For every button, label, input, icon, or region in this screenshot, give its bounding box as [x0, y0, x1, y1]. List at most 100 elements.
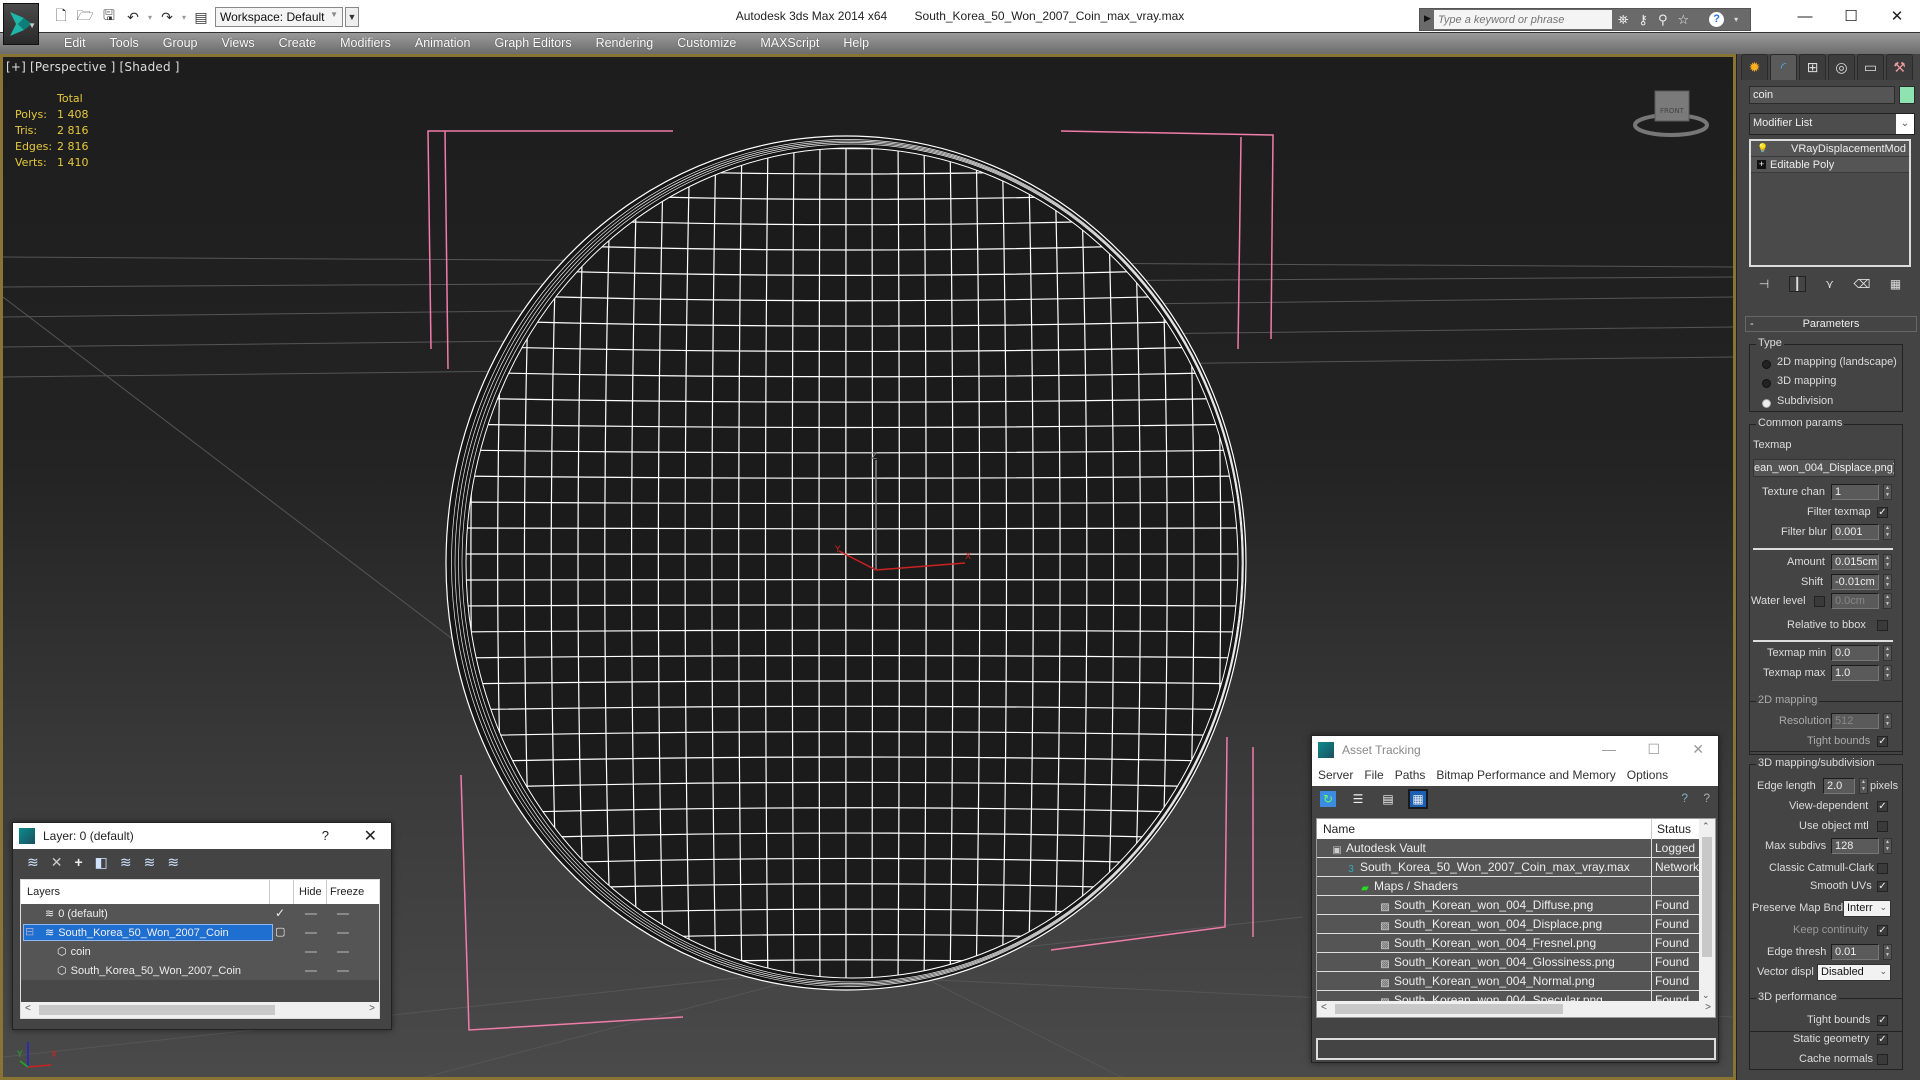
radio-2d-mapping[interactable] — [1762, 360, 1771, 369]
menu-group[interactable]: Group — [151, 36, 210, 50]
asset-row[interactable]: ▨ South_Korean_won_004_Diffuse.png Found — [1317, 896, 1715, 915]
menu-graph-editors[interactable]: Graph Editors — [482, 36, 583, 50]
redo-dropdown-icon[interactable]: ▾ — [182, 13, 186, 22]
help-icon[interactable]: ? — [1703, 791, 1710, 805]
column-header-status[interactable]: Status — [1657, 822, 1691, 836]
refresh-icon[interactable]: ↻ — [1320, 791, 1336, 807]
spinner[interactable]: ▲ ▼ — [1883, 944, 1892, 960]
close-button[interactable]: ✕ — [1692, 741, 1704, 758]
make-unique-icon[interactable]: ⋎ — [1825, 277, 1834, 291]
project-folder-icon[interactable]: ▤ — [192, 8, 210, 26]
hide-unhide-all-icon[interactable]: ≋ — [144, 854, 156, 871]
show-end-result-icon[interactable]: ┃ — [1788, 276, 1806, 292]
utilities-icon[interactable]: ⚒ — [1886, 54, 1913, 80]
hide-toggle[interactable] — [305, 951, 317, 953]
scroll-left-icon[interactable]: < — [25, 1003, 31, 1014]
freeze-toggle[interactable] — [337, 913, 349, 915]
amount-field[interactable]: 0.015cm — [1831, 554, 1879, 570]
modify-icon[interactable]: ◜ — [1770, 54, 1797, 80]
horizontal-scrollbar[interactable]: < > — [1317, 1001, 1715, 1017]
menu-animation[interactable]: Animation — [403, 36, 483, 50]
texmap-button[interactable]: ean_won_004_Displace.png) — [1753, 459, 1895, 477]
scroll-right-icon[interactable]: > — [369, 1003, 375, 1014]
texmap-min-field[interactable]: 0.0 — [1831, 645, 1879, 661]
chevron-down-icon[interactable]: ▾ — [1734, 15, 1738, 24]
stack-item-editable-poly[interactable]: + Editable Poly — [1751, 157, 1909, 173]
keep-continuity-checkbox[interactable]: ✓ — [1877, 925, 1888, 936]
layer-row[interactable]: ⬡ coin — [21, 942, 379, 961]
viewcube-face-label[interactable]: FRONT — [1660, 107, 1685, 115]
spinner[interactable]: ▲ ▼ — [1883, 838, 1892, 854]
redo-icon[interactable]: ↷ — [158, 8, 176, 26]
parameters-rollout-header[interactable]: - Parameters — [1745, 316, 1917, 332]
key-icon[interactable]: ⚷ — [1638, 12, 1648, 28]
asset-row[interactable]: ▣ Autodesk Vault Logged O — [1317, 839, 1715, 858]
viewport-label[interactable]: [+] [Perspective ] [Shaded ] — [6, 60, 180, 74]
object-color-swatch[interactable] — [1899, 86, 1915, 104]
customize-qat-button[interactable]: ▼ — [345, 7, 359, 27]
freeze-toggle[interactable] — [337, 970, 349, 972]
highlight-selected-layer-icon[interactable]: ≋ — [120, 854, 132, 871]
water-level-field[interactable]: 0.0cm — [1831, 593, 1879, 609]
scrollbar-thumb[interactable] — [39, 1005, 275, 1015]
viewcube[interactable]: FRONT — [1631, 83, 1711, 143]
tight-bounds-2d-checkbox[interactable]: ✓ — [1877, 736, 1888, 747]
column-header-hide[interactable]: Hide — [299, 886, 322, 898]
vector-displ-dropdown[interactable]: Disabled ⌄ — [1817, 964, 1891, 981]
water-level-checkbox[interactable] — [1814, 596, 1825, 607]
new-file-icon[interactable]: 🗋 — [52, 7, 70, 26]
pin-stack-icon[interactable]: ⊣ — [1759, 277, 1769, 291]
menu-help[interactable]: Help — [831, 36, 881, 50]
satellite-icon[interactable]: ⚲ — [1658, 12, 1668, 28]
scrollbar-thumb[interactable] — [1702, 837, 1712, 957]
spinner[interactable]: ▲ ▼ — [1883, 593, 1892, 609]
hierarchy-icon[interactable]: ⊞ — [1799, 54, 1826, 80]
current-layer-checkmark[interactable]: ✓ — [275, 906, 285, 920]
add-to-layer-icon[interactable]: + — [74, 854, 82, 870]
viewcube-box[interactable] — [1654, 90, 1690, 122]
asset-menu-server[interactable]: Server — [1318, 768, 1353, 782]
create-icon[interactable]: ✹ — [1741, 54, 1768, 80]
hide-toggle[interactable] — [305, 970, 317, 972]
undo-icon[interactable]: ↶ — [124, 8, 142, 26]
menu-modifiers[interactable]: Modifiers — [328, 36, 403, 50]
smooth-uvs-checkbox[interactable]: ✓ — [1877, 881, 1888, 892]
menu-rendering[interactable]: Rendering — [584, 36, 666, 50]
stack-item-vraydisplacement[interactable]: 💡 VRayDisplacementMod — [1751, 141, 1909, 157]
freeze-toggle[interactable] — [337, 951, 349, 953]
classic-catmull-clark-checkbox[interactable] — [1877, 863, 1888, 874]
scroll-left-icon[interactable]: < — [1321, 1002, 1327, 1013]
maximize-button[interactable]: ☐ — [1647, 741, 1660, 758]
view-dependent-checkbox[interactable]: ✓ — [1877, 801, 1888, 812]
cache-normals-checkbox[interactable] — [1877, 1054, 1888, 1065]
tight-bounds-3d-checkbox[interactable]: ✓ — [1877, 1015, 1888, 1026]
list-view-icon[interactable]: ☰ — [1350, 791, 1366, 807]
shift-field[interactable]: -0.01cm — [1831, 574, 1879, 590]
set-current-layer-box[interactable]: ▢ — [275, 925, 285, 938]
edge-length-field[interactable]: 2.0 — [1823, 778, 1855, 794]
menu-create[interactable]: Create — [267, 36, 329, 50]
modifier-list-dropdown[interactable]: Modifier List ⌄ — [1749, 113, 1915, 135]
open-file-icon[interactable]: 🗁 — [76, 7, 94, 26]
relative-bbox-checkbox[interactable] — [1877, 620, 1888, 631]
spinner[interactable]: ▲ ▼ — [1883, 524, 1892, 540]
minimize-button[interactable]: — — [1602, 741, 1616, 757]
asset-row[interactable]: ▨ South_Korean_won_004_Displace.png Found — [1317, 915, 1715, 934]
spinner[interactable]: ▲ ▼ — [1859, 778, 1868, 794]
save-icon[interactable]: 🖫 — [100, 7, 118, 26]
workspace-select[interactable]: Workspace: Default ▼ — [215, 7, 343, 27]
menu-customize[interactable]: Customize — [665, 36, 748, 50]
spinner[interactable]: ▲ ▼ — [1883, 713, 1892, 729]
use-object-mtl-checkbox[interactable] — [1877, 821, 1888, 832]
hide-toggle[interactable] — [305, 932, 317, 934]
scroll-right-icon[interactable]: > — [1705, 1002, 1711, 1013]
layer-row[interactable]: ⬡ South_Korea_50_Won_2007_Coin — [21, 961, 379, 980]
asset-menu-file[interactable]: File — [1364, 768, 1383, 782]
light-bulb-icon[interactable]: 💡 — [1757, 143, 1768, 154]
radio-3d-mapping[interactable] — [1762, 379, 1771, 388]
asset-menu-paths[interactable]: Paths — [1395, 768, 1426, 782]
resolution-field[interactable]: 512 — [1831, 713, 1879, 729]
close-button[interactable]: ✕ — [364, 826, 377, 846]
asset-menu-options[interactable]: Options — [1627, 768, 1668, 782]
filter-blur-field[interactable]: 0.001 — [1831, 524, 1879, 540]
